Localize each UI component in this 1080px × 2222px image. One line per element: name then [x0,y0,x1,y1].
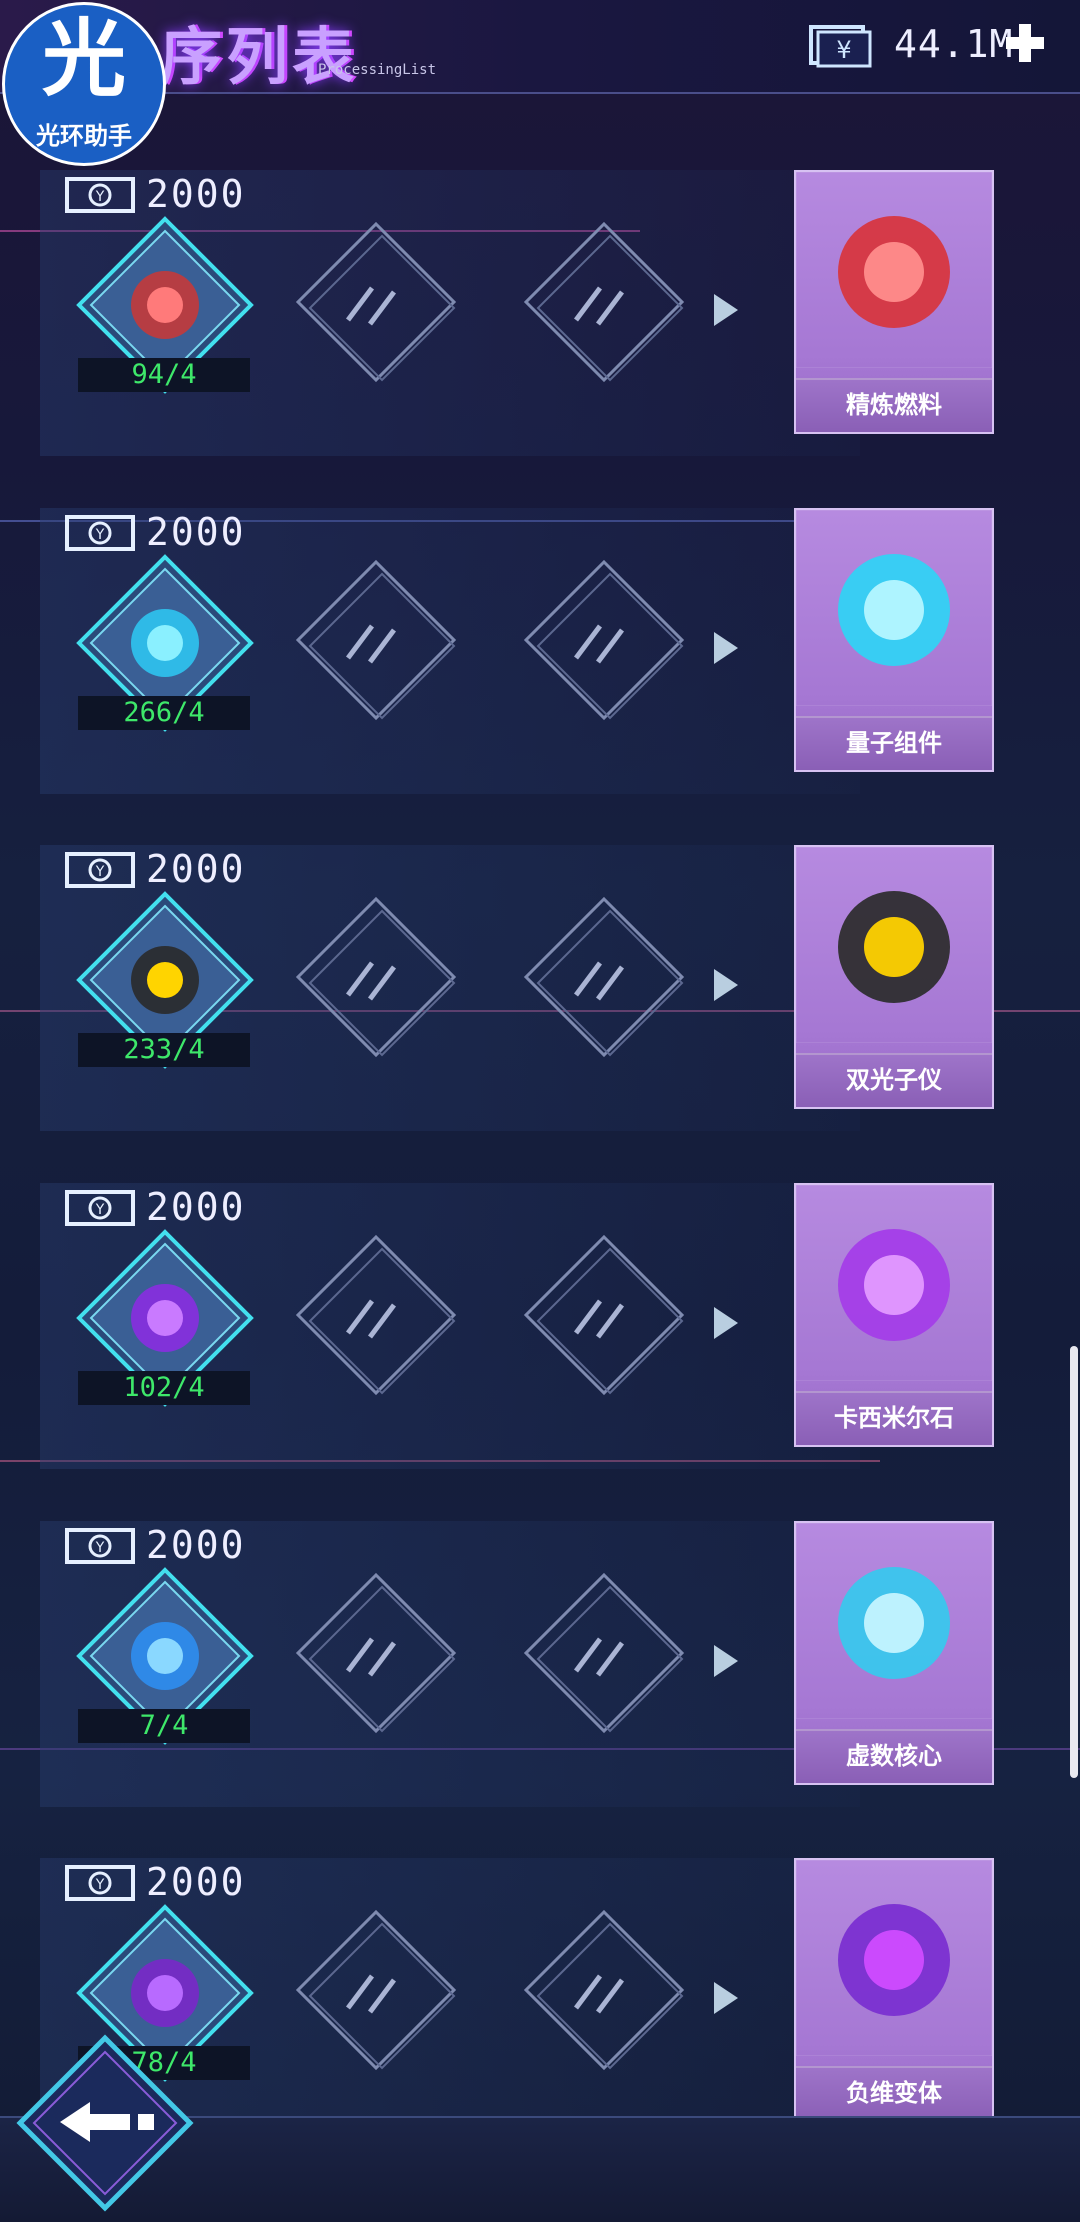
material-count: 94/4 [78,358,250,392]
empty-slot-icon[interactable] [524,891,692,1071]
page-title: 序列表 [160,20,359,93]
logo-text: 光环助手 [5,116,163,151]
yen-banknote-icon: Y [65,177,135,213]
currency-amount: 44.1M [894,22,1014,66]
watermark-logo: 光 光环助手 [2,2,166,166]
empty-slot-icon[interactable] [296,1567,464,1747]
product-name: 双光子仪 [796,1053,992,1107]
imaginary-core-icon [796,1523,992,1719]
product-card[interactable]: 量子组件 [794,508,994,772]
product-name: 精炼燃料 [796,378,992,432]
refined-fuel-capsule-icon [796,172,992,368]
arrow-right-icon [714,1982,738,2014]
empty-slot-icon[interactable] [524,216,692,396]
recipe-row[interactable]: Y 2000 233/4 双光子仪 [0,845,1080,1183]
empty-slot-icon[interactable] [296,891,464,1071]
arrow-right-icon [714,1307,738,1339]
material-count: 233/4 [78,1033,250,1067]
scrollbar[interactable] [1070,1346,1078,1778]
svg-text:¥: ¥ [836,36,851,64]
svg-text:Y: Y [95,864,105,880]
empty-slot-icon[interactable] [296,554,464,734]
negative-dimension-gem-icon [796,1860,992,2056]
recipe-row[interactable]: Y 2000 7/4 虚数核心 [0,1521,1080,1859]
product-card[interactable]: 负维变体 [794,1858,994,2122]
arrow-right-icon [714,969,738,1001]
product-name: 负维变体 [796,2066,992,2120]
empty-slot-icon[interactable] [296,1904,464,2084]
product-name: 虚数核心 [796,1729,992,1783]
back-arrow-icon[interactable] [12,2030,198,2216]
dual-photon-pyramid-icon [796,847,992,1043]
recipe-row[interactable]: Y 2000 266/4 量子组件 [0,508,1080,846]
material-count: 102/4 [78,1371,250,1405]
arrow-right-icon [714,294,738,326]
yen-banknote-icon: Y [65,515,135,551]
empty-slot-icon[interactable] [524,1229,692,1409]
product-card[interactable]: 双光子仪 [794,845,994,1109]
product-card[interactable]: 精炼燃料 [794,170,994,434]
arrow-right-icon [714,1645,738,1677]
yen-banknote-icon: Y [65,1865,135,1901]
svg-text:Y: Y [95,1540,105,1556]
product-card[interactable]: 虚数核心 [794,1521,994,1785]
recipe-row[interactable]: Y 2000 94/4 精炼燃料 [0,170,1080,508]
empty-slot-icon[interactable] [296,216,464,396]
material-count: 266/4 [78,696,250,730]
logo-char: 光 [41,10,126,108]
quantum-hexagon-cluster-icon [796,510,992,706]
page-subtitle: ProcessingList [318,62,437,78]
plus-icon[interactable] [1004,22,1046,64]
yen-banknote-icon: ¥ [809,25,872,68]
arrow-right-icon [714,632,738,664]
empty-slot-icon[interactable] [524,554,692,734]
svg-text:Y: Y [95,189,105,205]
product-name: 卡西米尔石 [796,1391,992,1445]
product-card[interactable]: 卡西米尔石 [794,1183,994,1447]
yen-banknote-icon: Y [65,852,135,888]
material-count: 7/4 [78,1709,250,1743]
svg-text:Y: Y [95,1877,105,1893]
yen-banknote-icon: Y [65,1528,135,1564]
svg-text:Y: Y [95,527,105,543]
empty-slot-icon[interactable] [524,1567,692,1747]
recipe-row[interactable]: Y 2000 102/4 卡西米尔石 [0,1183,1080,1521]
svg-text:Y: Y [95,1202,105,1218]
empty-slot-icon[interactable] [524,1904,692,2084]
yen-banknote-icon: Y [65,1190,135,1226]
empty-slot-icon[interactable] [296,1229,464,1409]
product-name: 量子组件 [796,716,992,770]
casimir-crystal-cubes-icon [796,1185,992,1381]
